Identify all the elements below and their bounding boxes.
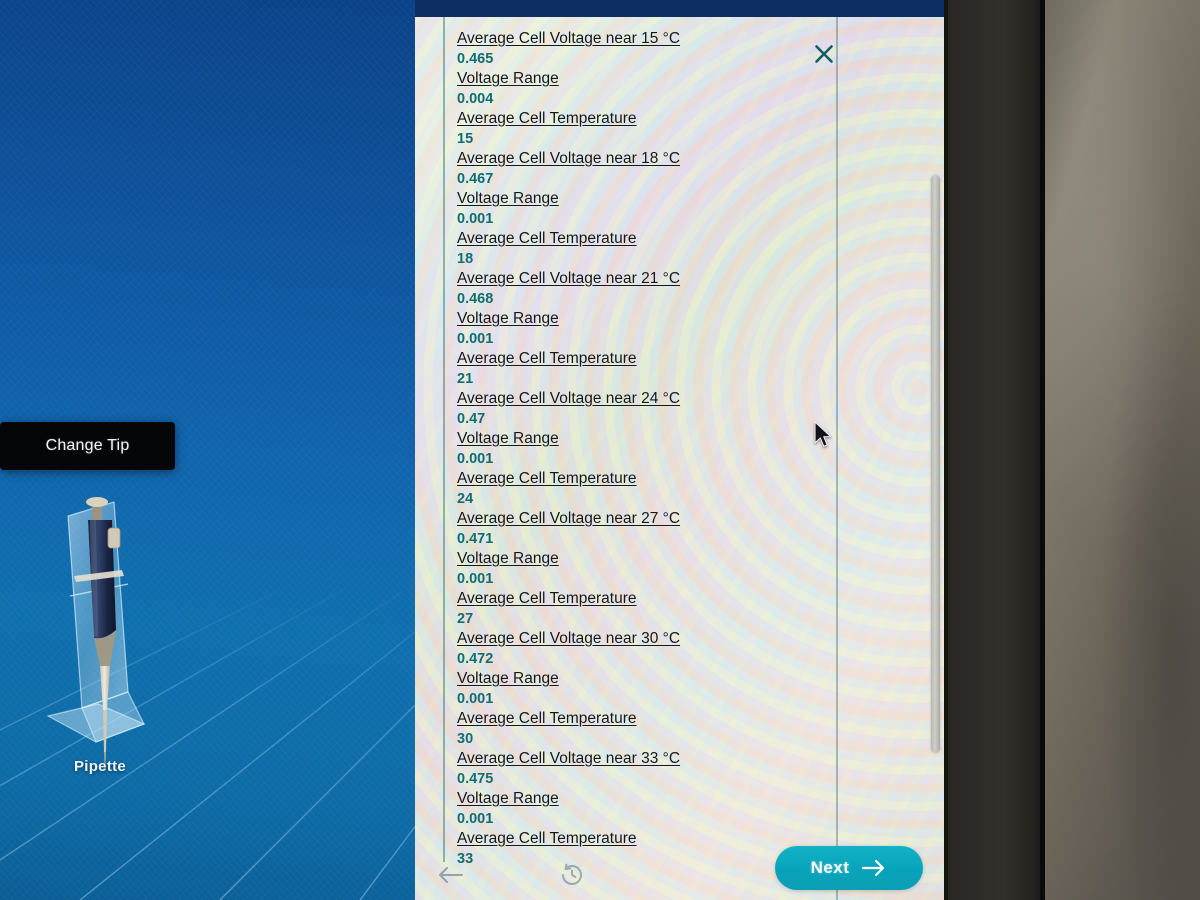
reading-label: Average Cell Voltage near 24 °C	[457, 390, 681, 407]
reading-value: 0.001	[457, 451, 494, 467]
pipette-object[interactable]	[36, 480, 196, 790]
arrow-left-icon	[439, 867, 463, 883]
change-tip-tooltip[interactable]: Change Tip	[0, 422, 175, 470]
panel-scrollbar-thumb[interactable]	[931, 175, 940, 753]
reading-item: Average Cell Temperature 15	[457, 109, 817, 149]
reading-item: Voltage Range 0.001	[457, 429, 817, 469]
reading-item: Average Cell Voltage near 27 °C 0.471	[457, 509, 817, 549]
next-button[interactable]: Next	[775, 846, 923, 890]
reading-value: 18	[457, 251, 474, 267]
reading-item: Voltage Range 0.001	[457, 669, 817, 709]
reading-item: Average Cell Temperature 18	[457, 229, 817, 269]
reading-item: Average Cell Temperature 21	[457, 349, 817, 389]
arrow-right-icon	[861, 859, 887, 877]
pipette-object-label: Pipette	[73, 758, 127, 775]
panel-right-divider	[836, 17, 838, 900]
reading-value: 0.467	[457, 171, 494, 187]
reading-label: Average Cell Voltage near 21 °C	[457, 270, 681, 287]
reading-label: Average Cell Temperature	[457, 350, 637, 367]
background-wall	[1045, 0, 1200, 900]
reading-item: Average Cell Temperature 24	[457, 469, 817, 509]
reading-label: Voltage Range	[457, 190, 559, 207]
reading-label: Average Cell Temperature	[457, 230, 637, 247]
reading-item: Average Cell Temperature 30	[457, 709, 817, 749]
reading-item: Voltage Range 0.001	[457, 789, 817, 829]
reading-label: Average Cell Voltage near 15 °C	[457, 30, 681, 47]
reading-label: Average Cell Voltage near 27 °C	[457, 510, 681, 527]
reading-item: Average Cell Voltage near 21 °C 0.468	[457, 269, 817, 309]
screen-top-edge	[415, 0, 948, 18]
reading-item: Voltage Range 0.001	[457, 549, 817, 589]
reading-item: Average Cell Voltage near 15 °C 0.465	[457, 29, 817, 69]
reading-value: 0.471	[457, 531, 494, 547]
reading-label: Average Cell Temperature	[457, 110, 637, 127]
reading-label: Voltage Range	[457, 790, 559, 807]
reading-value: 21	[457, 371, 474, 387]
screenshot-root: Change Tip Pipette Average Cell Voltage …	[0, 0, 1200, 900]
pipette-icon	[46, 497, 146, 770]
change-tip-tooltip-label: Change Tip	[45, 437, 130, 454]
reading-value: 0.472	[457, 651, 494, 667]
reading-value: 0.001	[457, 211, 494, 227]
reading-item: Average Cell Voltage near 18 °C 0.467	[457, 149, 817, 189]
monitor-bezel	[948, 0, 1048, 900]
reading-value: 0.001	[457, 571, 494, 587]
next-button-label: Next	[810, 858, 850, 877]
reading-value: 0.475	[457, 771, 494, 787]
reading-item: Average Cell Voltage near 24 °C 0.47	[457, 389, 817, 429]
reading-label: Average Cell Voltage near 30 °C	[457, 630, 681, 647]
reading-value: 0.468	[457, 291, 494, 307]
back-button[interactable]	[433, 860, 467, 890]
reading-item: Average Cell Voltage near 30 °C 0.472	[457, 629, 817, 669]
reading-label: Average Cell Temperature	[457, 590, 637, 607]
reading-value: 0.004	[457, 91, 494, 107]
reading-value: 0.001	[457, 691, 494, 707]
reading-label: Voltage Range	[457, 670, 559, 687]
reading-item: Voltage Range 0.004	[457, 69, 817, 109]
history-button[interactable]	[555, 858, 589, 892]
reading-label: Voltage Range	[457, 70, 559, 87]
reading-item: Average Cell Voltage near 33 °C 0.475	[457, 749, 817, 789]
reading-value: 24	[457, 491, 474, 507]
reading-label: Voltage Range	[457, 550, 559, 567]
reading-value: 27	[457, 611, 474, 627]
reading-value: 0.465	[457, 51, 494, 67]
reading-value: 0.001	[457, 331, 494, 347]
reading-value: 15	[457, 131, 474, 147]
reading-label: Average Cell Temperature	[457, 710, 637, 727]
reading-value: 30	[457, 731, 474, 747]
reading-label: Average Cell Voltage near 18 °C	[457, 150, 681, 167]
readings-list: Average Cell Voltage near 15 °C 0.465 Vo…	[457, 29, 817, 869]
history-clock-icon	[562, 863, 582, 885]
reading-item: Voltage Range 0.001	[457, 309, 817, 349]
panel-left-divider	[443, 17, 445, 862]
cell-readings-panel: Average Cell Voltage near 15 °C 0.465 Vo…	[415, 17, 945, 900]
reading-label: Average Cell Voltage near 33 °C	[457, 750, 681, 767]
reading-label: Voltage Range	[457, 430, 559, 447]
reading-item: Average Cell Temperature 27	[457, 589, 817, 629]
reading-item: Voltage Range 0.001	[457, 189, 817, 229]
panel-bottom-bar: Next	[415, 842, 945, 900]
reading-value: 0.47	[457, 411, 486, 427]
reading-label: Average Cell Temperature	[457, 470, 637, 487]
reading-value: 0.001	[457, 811, 494, 827]
reading-label: Voltage Range	[457, 310, 559, 327]
